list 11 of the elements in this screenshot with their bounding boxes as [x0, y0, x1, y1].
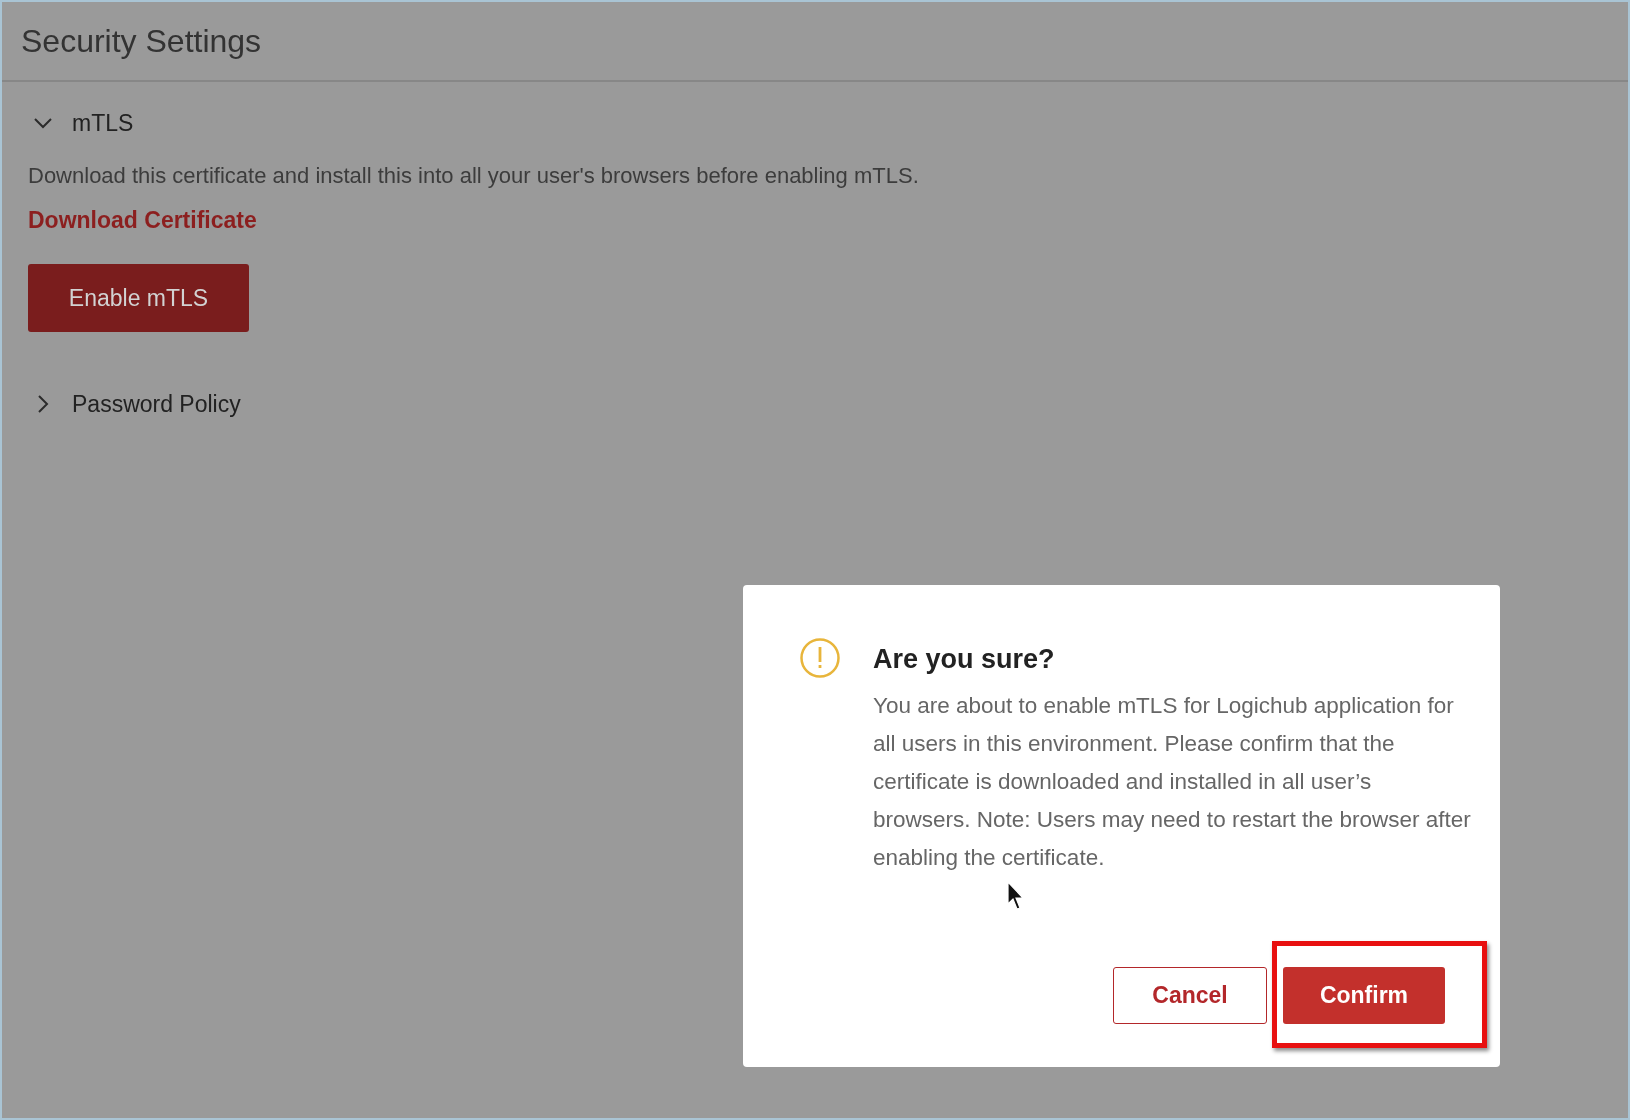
section-title[interactable]: Password Policy — [72, 390, 241, 418]
section-title[interactable]: mTLS — [72, 109, 134, 137]
confirm-button[interactable]: Confirm — [1283, 967, 1445, 1024]
dialog-message: You are about to enable mTLS for Logichub application for all users in this environment. Please confirm that the certificate is downloaded and installed in all user’s browsers. Note: Users may need to restart the browser after enabling the certificate. — [873, 692, 1472, 872]
page-title: Security Settings — [21, 22, 262, 60]
section-description: Download this certificate and install this into all your user's browsers before enabling mTLS. — [28, 163, 920, 189]
dialog-title: Are you sure? — [873, 643, 1056, 676]
cancel-button[interactable]: Cancel — [1113, 967, 1267, 1024]
enable-button[interactable]: Enable mTLS — [28, 264, 249, 332]
download-link[interactable]: Download Certificate — [28, 207, 257, 234]
warning-icon — [799, 637, 841, 679]
